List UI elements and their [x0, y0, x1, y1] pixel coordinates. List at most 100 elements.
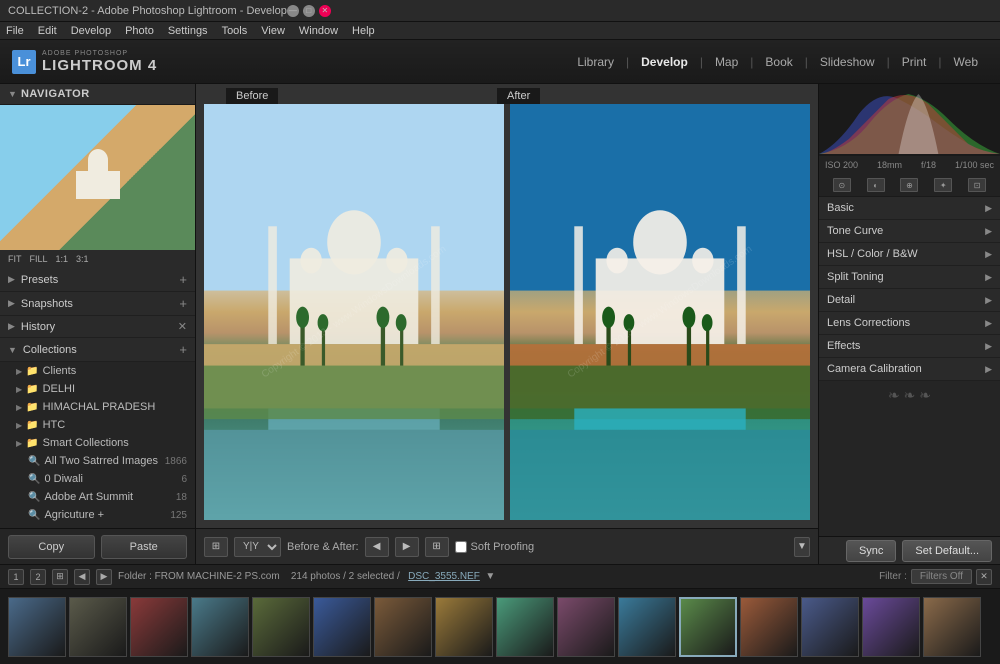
menu-window[interactable]: Window [299, 25, 338, 37]
copy-button[interactable]: Copy [8, 535, 95, 559]
collection-himachal[interactable]: ▶ 📁 HIMACHAL PRADESH [0, 398, 195, 416]
filmstrip-thumb[interactable] [618, 597, 676, 657]
filmstrip-thumb[interactable] [740, 597, 798, 657]
tab-slideshow[interactable]: Slideshow [810, 51, 885, 73]
navigator-preview [0, 105, 195, 250]
tab-web[interactable]: Web [944, 51, 988, 73]
filmstrip-thumb[interactable] [801, 597, 859, 657]
filmstrip-prev[interactable]: ◀ [74, 569, 90, 585]
tone-icon-5[interactable]: ⊡ [968, 178, 986, 192]
tab-book[interactable]: Book [755, 51, 802, 73]
tab-library[interactable]: Library [567, 51, 624, 73]
view-mode-button[interactable]: ⊞ [204, 537, 228, 557]
header: Lr ADOBE PHOTOSHOP LIGHTROOM 4 Library |… [0, 40, 1000, 84]
collection-adobe-art[interactable]: 🔍 Adobe Art Summit 18 [0, 488, 195, 506]
collection-diwali[interactable]: 🔍 0 Diwali 6 [0, 470, 195, 488]
panel-detail[interactable]: Detail ▶ [819, 289, 1000, 312]
menu-photo[interactable]: Photo [125, 25, 154, 37]
lr-badge: Lr [12, 50, 36, 74]
nav-fit[interactable]: FIT [8, 254, 22, 264]
menu-settings[interactable]: Settings [168, 25, 208, 37]
filmstrip-thumb[interactable] [8, 597, 66, 657]
app-name: LIGHTROOM 4 [42, 57, 157, 74]
filmstrip-thumb[interactable] [862, 597, 920, 657]
tone-icon-2[interactable]: ◐ [867, 178, 885, 192]
panel-tone-curve[interactable]: Tone Curve ▶ [819, 220, 1000, 243]
sync-button[interactable]: Sync [846, 540, 896, 562]
panel-effects[interactable]: Effects ▶ [819, 335, 1000, 358]
filmstrip-thumb[interactable] [130, 597, 188, 657]
tone-icon-1[interactable]: ⊙ [833, 178, 851, 192]
center-toolbar: ⊞ Y|Y Y/Y Before & After: ◀ ▶ ⊞ Soft Pro… [196, 528, 818, 564]
presets-add[interactable]: + [179, 272, 187, 287]
menu-tools[interactable]: Tools [222, 25, 248, 37]
panel-camera-calibration[interactable]: Camera Calibration ▶ [819, 358, 1000, 381]
nav-next-button[interactable]: ▶ [395, 537, 419, 557]
filmstrip-thumb[interactable] [435, 597, 493, 657]
history-row[interactable]: ▶ History ✕ [0, 316, 195, 338]
set-default-button[interactable]: Set Default... [902, 540, 992, 562]
collection-all-two[interactable]: 🔍 All Two Satrred Images 1866 [0, 452, 195, 470]
filmstrip-grid[interactable]: ⊞ [52, 569, 68, 585]
maximize-button[interactable]: □ [303, 5, 315, 17]
tone-icon-4[interactable]: ✦ [934, 178, 952, 192]
panel-split-toning[interactable]: Split Toning ▶ [819, 266, 1000, 289]
minimize-button[interactable]: — [287, 5, 299, 17]
panel-basic[interactable]: Basic ▶ [819, 197, 1000, 220]
swap-button[interactable]: ⊞ [425, 537, 449, 557]
collection-htc[interactable]: ▶ 📁 HTC [0, 416, 195, 434]
menu-edit[interactable]: Edit [38, 25, 57, 37]
filter-close[interactable]: ✕ [976, 569, 992, 585]
presets-row[interactable]: ▶ Presets + [0, 268, 195, 292]
nav-3-1[interactable]: 3:1 [76, 254, 89, 264]
collection-delhi[interactable]: ▶ 📁 DELHI [0, 380, 195, 398]
panel-hsl[interactable]: HSL / Color / B&W ▶ [819, 243, 1000, 266]
tab-map[interactable]: Map [705, 51, 748, 73]
view-select[interactable]: Y|Y Y/Y [234, 537, 281, 557]
filmstrip-thumb[interactable] [191, 597, 249, 657]
filename-link[interactable]: DSC_3555.NEF [408, 571, 480, 582]
collections-add[interactable]: + [179, 342, 187, 357]
filmstrip-nav-1[interactable]: 1 [8, 569, 24, 585]
history-close[interactable]: ✕ [178, 320, 187, 333]
filmstrip-thumb[interactable] [496, 597, 554, 657]
filmstrip [0, 588, 1000, 664]
right-panel-scroll: Basic ▶ Tone Curve ▶ HSL / Color / B&W ▶… [819, 197, 1000, 536]
filmstrip-thumb[interactable] [374, 597, 432, 657]
collection-agricuture[interactable]: 🔍 Agricuture + 125 [0, 506, 195, 524]
filmstrip-thumb[interactable] [679, 597, 737, 657]
filmstrip-next[interactable]: ▶ [96, 569, 112, 585]
menu-file[interactable]: File [6, 25, 24, 37]
filmstrip-thumb[interactable] [557, 597, 615, 657]
collection-smart[interactable]: ▶ 📁 Smart Collections [0, 434, 195, 452]
menu-view[interactable]: View [261, 25, 285, 37]
iso-value: ISO 200 [825, 160, 858, 170]
soft-proofing-checkbox[interactable] [455, 541, 467, 553]
filmstrip-thumb[interactable] [313, 597, 371, 657]
menu-help[interactable]: Help [352, 25, 375, 37]
collection-clients[interactable]: ▶ 📁 Clients [0, 362, 195, 380]
snapshots-row[interactable]: ▶ Snapshots + [0, 292, 195, 316]
before-image: Copyright © 2013 - www.WindowsDownloads.… [204, 104, 504, 520]
left-bottom-bar: Copy Paste [0, 528, 195, 564]
filmstrip-nav-2[interactable]: 2 [30, 569, 46, 585]
nav-1-1[interactable]: 1:1 [56, 254, 69, 264]
tab-develop[interactable]: Develop [631, 51, 698, 73]
panel-lens-corrections[interactable]: Lens Corrections ▶ [819, 312, 1000, 335]
filmstrip-thumb[interactable] [252, 597, 310, 657]
filmstrip-thumb[interactable] [69, 597, 127, 657]
filmstrip-thumb[interactable] [923, 597, 981, 657]
tone-icon-3[interactable]: ⊕ [900, 178, 918, 192]
nav-fill[interactable]: FILL [30, 254, 48, 264]
zoom-out-button[interactable]: ▼ [794, 537, 810, 557]
collections-row[interactable]: ▼ Collections + [0, 338, 195, 362]
paste-button[interactable]: Paste [101, 535, 188, 559]
filmstrip-bar [8, 589, 992, 664]
close-button[interactable]: ✕ [319, 5, 331, 17]
tab-print[interactable]: Print [892, 51, 937, 73]
menu-develop[interactable]: Develop [71, 25, 111, 37]
snapshots-add[interactable]: + [179, 296, 187, 311]
nav-prev-button[interactable]: ◀ [365, 537, 389, 557]
filter-value[interactable]: Filters Off [911, 569, 972, 584]
navigator-header[interactable]: ▼ Navigator [0, 84, 195, 105]
